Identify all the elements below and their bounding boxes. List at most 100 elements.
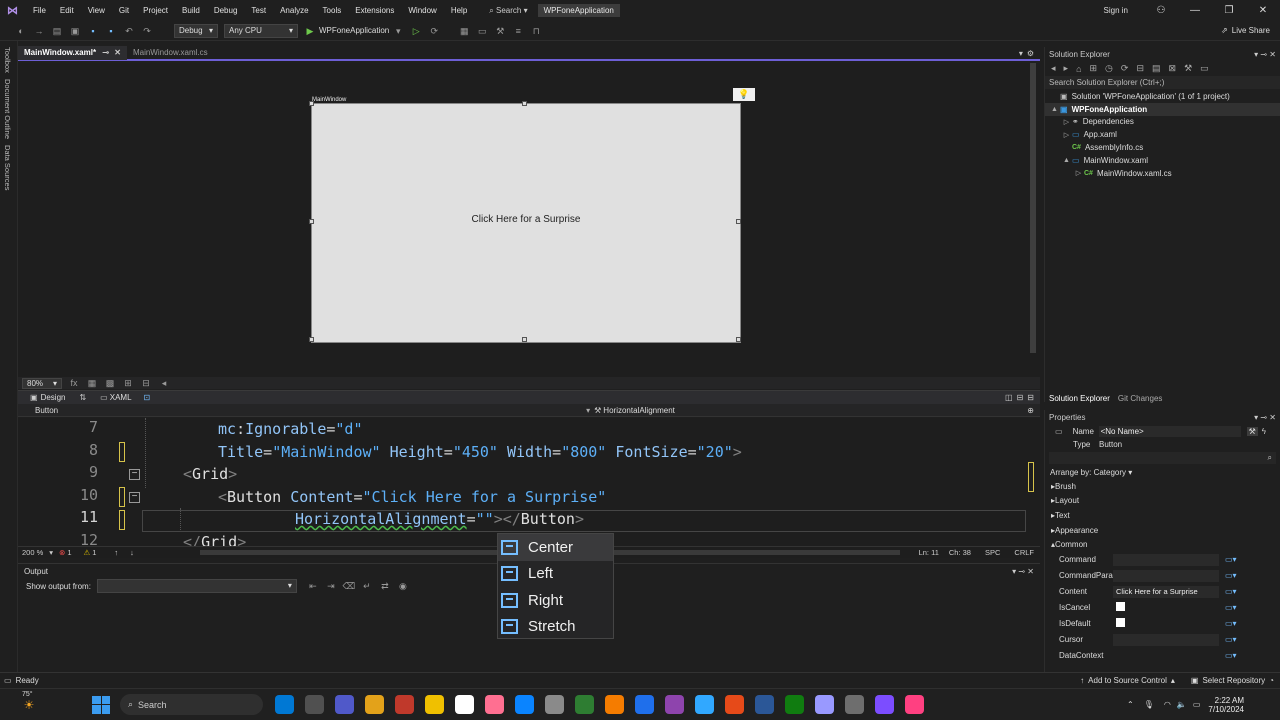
resize-handle-left[interactable] — [309, 219, 314, 224]
configuration-dropdown[interactable]: Debug ▾ — [174, 23, 218, 38]
save-all-icon[interactable]: ▪ — [104, 25, 118, 37]
resize-handle-top[interactable] — [522, 101, 527, 106]
designer-vertical-scrollbar[interactable] — [1030, 63, 1036, 353]
taskbar-app-icon[interactable] — [334, 695, 354, 714]
weather-widget[interactable]: ☀ — [14, 698, 44, 712]
taskbar-app-icon[interactable] — [484, 695, 504, 714]
intellisense-item-center[interactable]: Center — [498, 534, 613, 561]
menu-item-view[interactable]: View — [88, 6, 105, 15]
visual-studio-logo-icon[interactable]: ⋈ — [7, 4, 23, 18]
start-button[interactable] — [92, 695, 110, 714]
taskbar-app-icon[interactable] — [694, 695, 714, 714]
code-line[interactable]: mc:Ignorable="d" — [218, 418, 363, 440]
intellisense-item-stretch[interactable]: Stretch — [498, 614, 613, 641]
warning-icon[interactable]: ⚠ — [84, 548, 91, 557]
line-endings[interactable]: CRLF — [1014, 548, 1034, 557]
close-window-icon[interactable]: ✕ — [1246, 5, 1280, 16]
taskbar-app-icon[interactable] — [304, 695, 324, 714]
xaml-code-editor[interactable]: 7 mc:Ignorable="d" 8 Title="MainWindow" Hei… — [18, 418, 1040, 546]
quick-actions-bulb-icon[interactable]: 💡 — [733, 88, 755, 101]
property-checkbox[interactable] — [1116, 618, 1125, 628]
code-line[interactable]: Title="MainWindow" Height="450" Width="8… — [218, 441, 742, 463]
volume-icon[interactable]: 🔈 — [1177, 700, 1187, 709]
resize-handle-tl[interactable] — [309, 101, 314, 106]
mic-icon[interactable]: 🎙 — [1144, 700, 1154, 709]
code-line[interactable]: </Grid> — [183, 531, 246, 547]
collapse-pane-icon[interactable]: ⊡ — [144, 393, 151, 402]
expand-arrow-icon[interactable]: ▲ — [1061, 157, 1072, 164]
undo-icon[interactable]: ↶ — [122, 25, 136, 37]
redo-icon[interactable]: ↷ — [140, 25, 154, 37]
add-to-source-control[interactable]: Add to Source Control — [1088, 676, 1167, 685]
split-vertical-icon[interactable]: ◫ — [1005, 393, 1013, 402]
taskbar-app-icon[interactable] — [454, 695, 474, 714]
taskbar-app-icon[interactable] — [874, 695, 894, 714]
back-nav-icon[interactable]: ◐ — [14, 25, 28, 37]
taskbar-app-icon[interactable] — [544, 695, 564, 714]
menu-item-help[interactable]: Help — [451, 6, 467, 15]
solution-tree-item[interactable]: ▷ ⚭ Dependencies — [1045, 116, 1280, 129]
expand-arrow-icon[interactable]: ▲ — [1049, 106, 1060, 113]
tab-overflow-icon[interactable]: ▾ — [1019, 49, 1023, 58]
taskbar-app-icon[interactable] — [814, 695, 834, 714]
fold-toggle-icon[interactable]: − — [129, 492, 140, 503]
taskbar-app-icon[interactable] — [394, 695, 414, 714]
taskbar-app-icon[interactable] — [364, 695, 384, 714]
expand-arrow-icon[interactable]: ▷ — [1073, 169, 1084, 177]
property-checkbox[interactable] — [1116, 602, 1125, 612]
menu-item-extensions[interactable]: Extensions — [355, 6, 394, 15]
word-wrap-icon[interactable]: ↵ — [360, 580, 374, 592]
solution-tree-item[interactable]: ▣ Solution 'WPFoneApplication' (1 of 1 pr… — [1045, 90, 1280, 103]
taskbar-app-icon[interactable] — [724, 695, 744, 714]
property-options-icon[interactable]: ▭▾ — [1225, 619, 1237, 628]
solution-window-controls[interactable]: ▾ ⊸ ✕ — [1254, 50, 1276, 59]
property-options-icon[interactable]: ▭▾ — [1225, 603, 1237, 612]
se-properties-icon[interactable]: ⚒ — [1184, 63, 1192, 74]
property-category-appearance[interactable]: ▸ Appearance — [1045, 523, 1280, 538]
solution-tree-item[interactable]: ▷ ▭ App.xaml — [1045, 128, 1280, 141]
live-share-icon[interactable]: ⇗ — [1221, 26, 1228, 35]
taskbar-app-icon[interactable] — [754, 695, 774, 714]
taskbar-app-icon[interactable] — [634, 695, 654, 714]
collapse-icon[interactable]: ⊟ — [1027, 393, 1034, 402]
property-category-layout[interactable]: ▸ Layout — [1045, 494, 1280, 509]
menu-item-git[interactable]: Git — [119, 6, 129, 15]
breadcrumb-dropdown-icon[interactable]: ▾ — [586, 406, 590, 415]
taskbar-app-icon[interactable] — [904, 695, 924, 714]
warning-count[interactable]: 1 — [92, 548, 96, 557]
run-target-label[interactable]: WPFoneApplication — [319, 26, 389, 35]
toolbar-layout-icon[interactable]: ▦ — [457, 25, 471, 37]
fold-toggle-icon[interactable]: − — [129, 469, 140, 480]
event-handlers-icon[interactable]: ϟ — [1262, 427, 1266, 436]
property-category-brush[interactable]: ▸ Brush — [1045, 479, 1280, 494]
output-prev-icon[interactable]: ⇤ — [306, 580, 320, 592]
grid-icon[interactable]: ▦ — [85, 377, 99, 389]
open-icon[interactable]: ▣ — [68, 25, 82, 37]
se-forward-icon[interactable]: ▸ — [1064, 63, 1069, 74]
taskbar-app-icon[interactable] — [664, 695, 684, 714]
se-home-icon[interactable]: ⌂ — [1076, 64, 1081, 74]
editor-scroll-marker[interactable] — [1028, 462, 1034, 492]
properties-window-controls[interactable]: ▾ ⊸ ✕ — [1254, 413, 1276, 422]
taskbar-app-icon[interactable] — [424, 695, 444, 714]
se-show-all-icon[interactable]: ▤ — [1152, 63, 1161, 74]
close-tab-icon[interactable]: ✕ — [114, 48, 121, 57]
save-icon[interactable]: ▪ — [86, 25, 100, 37]
menu-item-debug[interactable]: Debug — [214, 6, 238, 15]
split-horizontal-icon[interactable]: ⊟ — [1017, 393, 1024, 402]
bookmark-icon[interactable]: ⊓ — [529, 25, 543, 37]
solution-tree-item[interactable]: ▲ ▭ MainWindow.xaml — [1045, 154, 1280, 167]
element-breadcrumb[interactable]: Button — [35, 406, 58, 415]
name-field[interactable]: <No Name> — [1098, 425, 1241, 437]
solution-tree-item[interactable]: C# AssemblyInfo.cs — [1045, 141, 1280, 154]
error-icon[interactable]: ⊗ — [59, 548, 65, 557]
account-icon[interactable]: ⚇ — [1144, 5, 1178, 16]
property-value-field[interactable] — [1113, 553, 1219, 566]
property-options-icon[interactable]: ▭▾ — [1225, 635, 1237, 644]
battery-icon[interactable]: ▭ — [1193, 700, 1201, 709]
expand-arrow-icon[interactable]: ▷ — [1061, 118, 1072, 126]
fx-icon[interactable]: fx — [67, 377, 81, 389]
notifications-icon[interactable]: ◔ — [1269, 676, 1274, 685]
sign-in-link[interactable]: Sign in — [1104, 6, 1128, 15]
surprise-button-preview[interactable]: Click Here for a Surprise — [312, 214, 740, 225]
